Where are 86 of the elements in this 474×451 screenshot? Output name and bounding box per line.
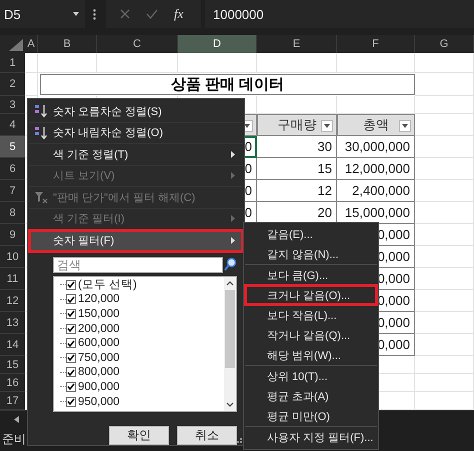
value-label[interactable]: 900,000 — [78, 380, 120, 394]
menu-item[interactable]: 보다 큼(G)... — [245, 264, 377, 285]
more-icon[interactable] — [93, 8, 96, 20]
menu-item[interactable]: 사용자 지정 필터(F)... — [245, 426, 377, 447]
sort-ascending-icon — [34, 104, 48, 118]
row-header[interactable]: 12 — [0, 290, 25, 312]
sheet-cell: 30 — [257, 136, 337, 158]
column-header[interactable]: D — [178, 35, 257, 53]
row-header[interactable]: 6 — [0, 158, 25, 180]
row-header[interactable]: 9 — [0, 224, 25, 246]
checkbox[interactable] — [66, 352, 76, 363]
filter-button[interactable] — [399, 120, 411, 132]
value-label[interactable]: 150,000 — [78, 306, 120, 321]
value-label[interactable]: 950,000 — [78, 394, 120, 409]
dialog-button[interactable]: 확인 — [109, 426, 169, 444]
menu-item[interactable]: 상위 10(T)... — [245, 365, 377, 386]
value-label[interactable]: 750,000 — [78, 350, 120, 365]
search-field[interactable]: 검색 — [53, 256, 223, 272]
checkbox[interactable] — [66, 324, 76, 334]
checkbox[interactable] — [66, 294, 76, 304]
menu-item[interactable]: 숫자 오름차순 정렬(S) — [29, 101, 243, 122]
column-heading: 총액 — [363, 116, 389, 134]
menu-item[interactable]: 숫자 내림차순 정렬(O) — [29, 122, 243, 144]
checkbox[interactable] — [66, 382, 76, 392]
value-label[interactable]: 200,000 — [78, 322, 120, 336]
column-heading: 구매량 — [278, 116, 316, 134]
value-label[interactable]: 600,000 — [78, 336, 120, 350]
checkbox[interactable] — [66, 338, 76, 348]
row-header[interactable]: 2 — [0, 73, 25, 96]
caret-icon — [324, 124, 330, 128]
sheet-cell: 12 — [257, 180, 337, 202]
sheet-cell: 30,000,000 — [337, 136, 415, 158]
row-header[interactable]: 3 — [0, 96, 25, 114]
row-header[interactable]: 7 — [0, 180, 25, 202]
row-header[interactable]: 17 — [0, 392, 25, 410]
sheet-cell: 15 — [257, 158, 337, 180]
column-header[interactable]: E — [257, 35, 337, 53]
row-header[interactable]: 13 — [0, 312, 25, 334]
row-header[interactable]: 11 — [0, 268, 25, 290]
row-header[interactable]: 1 — [0, 53, 25, 73]
checkbox[interactable] — [66, 367, 76, 378]
cancel-icon[interactable] — [120, 9, 130, 19]
clear-filter-icon — [34, 190, 48, 204]
status-text: 준비 — [2, 431, 26, 448]
menu-item[interactable]: 색 기준 정렬(T) — [29, 144, 243, 166]
submenu-arrow-icon — [231, 236, 235, 244]
scroll-left-icon[interactable] — [14, 416, 19, 422]
select-all-corner[interactable] — [0, 35, 25, 53]
sheet-cell: 2,400,000 — [337, 180, 415, 202]
submenu-arrow-icon — [231, 215, 235, 222]
resize-grip-icon[interactable] — [237, 438, 242, 443]
filter-button[interactable] — [321, 120, 333, 132]
column-header[interactable]: C — [97, 35, 178, 53]
row-header[interactable]: 16 — [0, 374, 25, 392]
menu-item[interactable]: 평균 초과(A) — [245, 386, 377, 406]
value-label[interactable]: (모두 선택) — [78, 278, 137, 292]
row-header[interactable]: 8 — [0, 202, 25, 224]
row-header[interactable]: 14 — [0, 334, 25, 356]
formula-field[interactable]: 1000000 — [205, 0, 474, 28]
scrollbar[interactable] — [224, 276, 236, 410]
value-label[interactable]: 800,000 — [78, 365, 120, 380]
row-header[interactable]: 15 — [0, 356, 25, 374]
column-header[interactable]: F — [337, 35, 415, 53]
row-header[interactable]: 5 — [0, 136, 25, 158]
row-header[interactable]: 4 — [0, 114, 25, 136]
column-header[interactable]: G — [415, 35, 474, 53]
check-icon[interactable] — [146, 9, 158, 19]
checkbox[interactable] — [66, 280, 76, 290]
column-header[interactable]: B — [38, 35, 97, 53]
sheet-title: 상품 판매 데이터 — [40, 74, 415, 95]
sort-descending-icon — [34, 126, 48, 140]
checkbox[interactable] — [66, 396, 76, 407]
caret-icon — [402, 124, 408, 128]
dialog-button[interactable]: 취소 — [177, 426, 237, 444]
row-header[interactable]: 10 — [0, 246, 25, 268]
submenu-arrow-icon — [231, 150, 235, 158]
menu-item[interactable]: 숫자 필터(F) — [29, 230, 243, 252]
value-label[interactable]: 120,000 — [78, 292, 120, 306]
menu-item[interactable]: 평균 미만(O) — [245, 406, 377, 426]
insert-function-button[interactable]: fx — [174, 6, 184, 22]
column-header[interactable]: A — [25, 35, 38, 53]
checkbox[interactable] — [66, 308, 76, 319]
search-icon[interactable] — [224, 257, 237, 272]
sheet-cell: 12,000,000 — [337, 158, 415, 180]
submenu-arrow-icon — [231, 172, 235, 180]
name-box[interactable]: D5 — [0, 0, 85, 28]
